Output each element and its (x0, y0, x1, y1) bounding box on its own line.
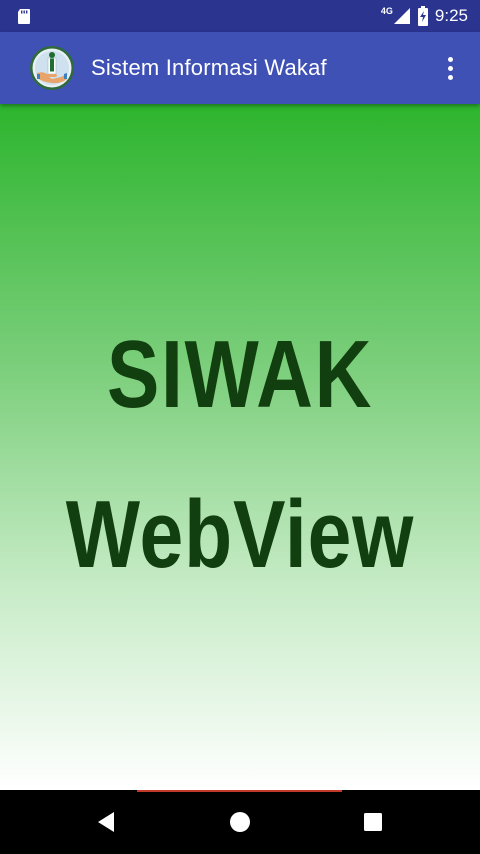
clock: 9:25 (434, 6, 468, 25)
app-title: Sistem Informasi Wakaf (91, 55, 327, 80)
app-bar: Sistem Informasi Wakaf (0, 32, 480, 104)
wakaf-logo-icon (30, 46, 74, 90)
back-triangle-icon (98, 812, 114, 832)
menu-dot (447, 65, 453, 71)
recents-square-icon (364, 813, 382, 831)
nav-accent-line (137, 790, 342, 792)
splash-title: SIWAK (106, 321, 374, 428)
back-button[interactable] (86, 802, 126, 842)
splash-subtitle: WebView (65, 481, 415, 588)
home-circle-icon (230, 812, 250, 832)
status-icons: 4G 9:25 (381, 0, 468, 32)
menu-dot (447, 56, 453, 62)
battery-charging-icon (417, 6, 428, 26)
network-type-label: 4G (380, 6, 393, 16)
recents-button[interactable] (353, 802, 393, 842)
navigation-bar (0, 790, 480, 854)
status-bar: 4G 9:25 (0, 0, 480, 32)
menu-dot (447, 74, 453, 80)
signal-icon (393, 8, 410, 24)
screen: 4G 9:25 Sistem Informasi Wakaf SIWAK Web… (0, 0, 480, 854)
overflow-menu-icon[interactable] (434, 52, 466, 84)
webview-splash: SIWAK WebView (0, 104, 480, 790)
home-button[interactable] (220, 802, 260, 842)
sd-card-icon (18, 9, 30, 24)
